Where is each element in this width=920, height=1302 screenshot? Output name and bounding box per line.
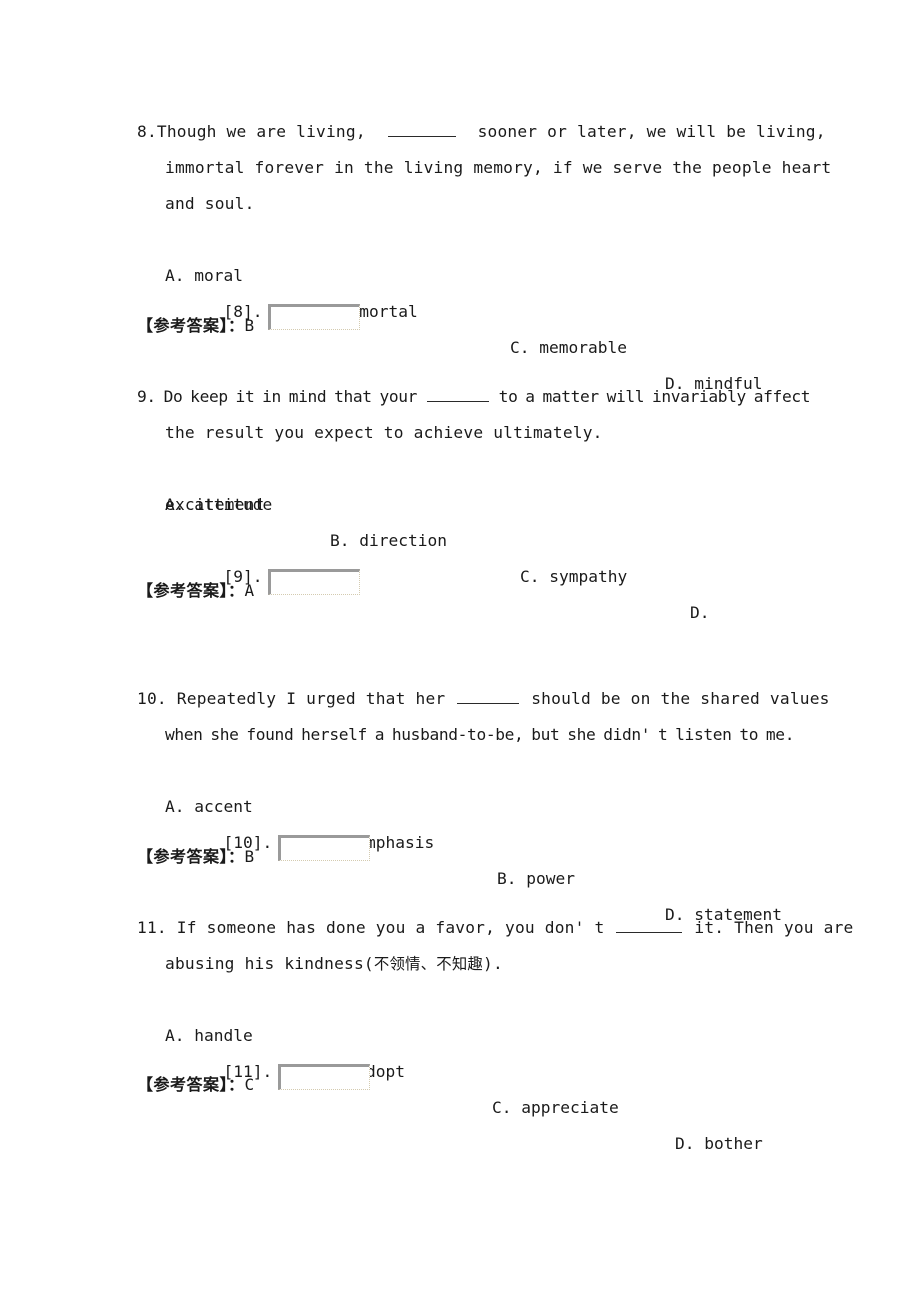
option-9-a-letter: A. [165, 495, 185, 514]
reference-answer-9-value: A [244, 581, 255, 600]
reference-answer-8-label: 【参考答案】： [137, 316, 245, 335]
reference-answer-11-value: C [244, 1075, 255, 1094]
question-block-8: 8.Though we are living, sooner or later,… [137, 114, 832, 393]
option-8-b-text: mortal [359, 302, 418, 321]
question-9-line-2: the result you expect to achieve ultimat… [165, 423, 603, 442]
question-9-line-1: 9. Do keep it in mind that your to a mat… [137, 379, 810, 415]
option-11-c-letter: C. [492, 1098, 512, 1117]
question-8-text-after-blank: sooner or later, we will be living, [457, 122, 826, 141]
question-11-line-2-chinese-gloss: 不领情、不知趣 [373, 955, 484, 973]
option-10-c[interactable]: B. power [497, 861, 575, 897]
question-11-text-after-blank: it. Then you are [684, 918, 854, 937]
question-11-number: 11. [137, 918, 167, 937]
option-11-d-text: bother [704, 1134, 763, 1153]
question-10-blank [457, 690, 520, 704]
question-9-answer-input[interactable] [268, 569, 361, 595]
question-block-9: 9. Do keep it in mind that your to a mat… [137, 379, 810, 622]
option-8-c-letter: C. [510, 338, 530, 357]
option-8-c[interactable]: C. memorable [510, 330, 627, 366]
question-9-options: A. attitude B. direction C. sympathy D. [137, 451, 783, 622]
question-10-answer-input[interactable] [278, 835, 371, 861]
question-10-line-2: when she found herself a husband-to-be, … [165, 725, 795, 744]
option-9-a[interactable]: A. attitude [165, 487, 272, 523]
reference-answer-9-label: 【参考答案】： [137, 581, 245, 600]
question-block-11: 11. If someone has done you a favor, you… [137, 910, 853, 1153]
option-9-d-letter: D. [690, 603, 710, 622]
option-10-c-letter: B. [497, 869, 517, 888]
reference-answer-8: 【参考答案】：B [137, 310, 254, 342]
question-11-answer-row: [11]. [137, 1018, 783, 1090]
option-11-c-text: appreciate [521, 1098, 619, 1117]
question-8-options: A. moral B. mortal C. memorable D. mindf… [137, 222, 783, 393]
question-8-line-3: and soul. [165, 194, 255, 213]
question-11-text-before-blank: If someone has done you a favor, you don… [176, 918, 615, 937]
question-10-answer-row: [10]. [137, 789, 783, 861]
question-8-text-before-blank: Though we are living, [156, 122, 386, 141]
reference-answer-8-value: B [244, 316, 255, 335]
question-10-text-before-blank: Repeatedly I urged that her [176, 689, 456, 708]
question-11-line-1: 11. If someone has done you a favor, you… [137, 910, 853, 946]
option-9-c[interactable]: C. sympathy [520, 559, 627, 595]
question-9-text-before-blank: Do keep it in mind that your [163, 387, 425, 406]
reference-answer-11-label: 【参考答案】： [137, 1075, 245, 1094]
option-9-a-text: attitude [194, 495, 273, 514]
question-8-number: 8. [137, 122, 157, 141]
reference-answer-11: 【参考答案】：C [137, 1069, 254, 1101]
question-8-blank [387, 123, 456, 137]
question-11-line-2-suffix: ). [483, 954, 503, 973]
reference-answer-10-value: B [244, 847, 255, 866]
question-8-answer-row: [8]. [137, 258, 783, 330]
option-9-c-text: sympathy [549, 567, 628, 586]
question-8-answer-input[interactable] [268, 304, 361, 330]
question-8-line-1: 8.Though we are living, sooner or later,… [137, 114, 825, 150]
question-11-answer-input[interactable] [278, 1064, 371, 1090]
option-11-c[interactable]: C. appreciate [492, 1090, 619, 1126]
question-9-number: 9. [137, 387, 156, 406]
option-9-c-letter: C. [520, 567, 540, 586]
question-10-text-after-blank: should be on the shared values [521, 689, 830, 708]
question-10-number: 10. [137, 689, 167, 708]
question-11-line-2: abusing his kindness(不领情、不知趣). [137, 946, 783, 982]
option-9-d[interactable]: D. [690, 595, 710, 631]
question-9-blank [426, 388, 489, 402]
option-10-c-text: power [526, 869, 575, 888]
option-8-c-text: memorable [539, 338, 627, 357]
option-11-d-letter: D. [675, 1134, 695, 1153]
option-11-d[interactable]: D. bother [675, 1126, 763, 1162]
worksheet-page: 8.Though we are living, sooner or later,… [0, 0, 920, 1302]
question-11-options: A. handle B. adopt C. appreciate D. both… [137, 982, 783, 1153]
reference-answer-9: 【参考答案】：A [137, 575, 254, 607]
question-10-options: A. accent B. emphasis B. power D. statem… [137, 753, 783, 924]
question-block-10: 10. Repeatedly I urged that her should b… [137, 681, 829, 924]
question-8-line-2: immortal forever in the living memory, i… [165, 158, 832, 177]
question-11-line-2-prefix: abusing his kindness( [165, 954, 374, 973]
question-10-line-1: 10. Repeatedly I urged that her should b… [137, 681, 829, 717]
question-9-text-after-blank: to a matter will invariably affect [490, 387, 811, 406]
question-11-blank [616, 919, 683, 933]
reference-answer-10: 【参考答案】：B [137, 841, 254, 873]
reference-answer-10-label: 【参考答案】： [137, 847, 245, 866]
question-9-answer-row: [9]. [137, 523, 783, 595]
